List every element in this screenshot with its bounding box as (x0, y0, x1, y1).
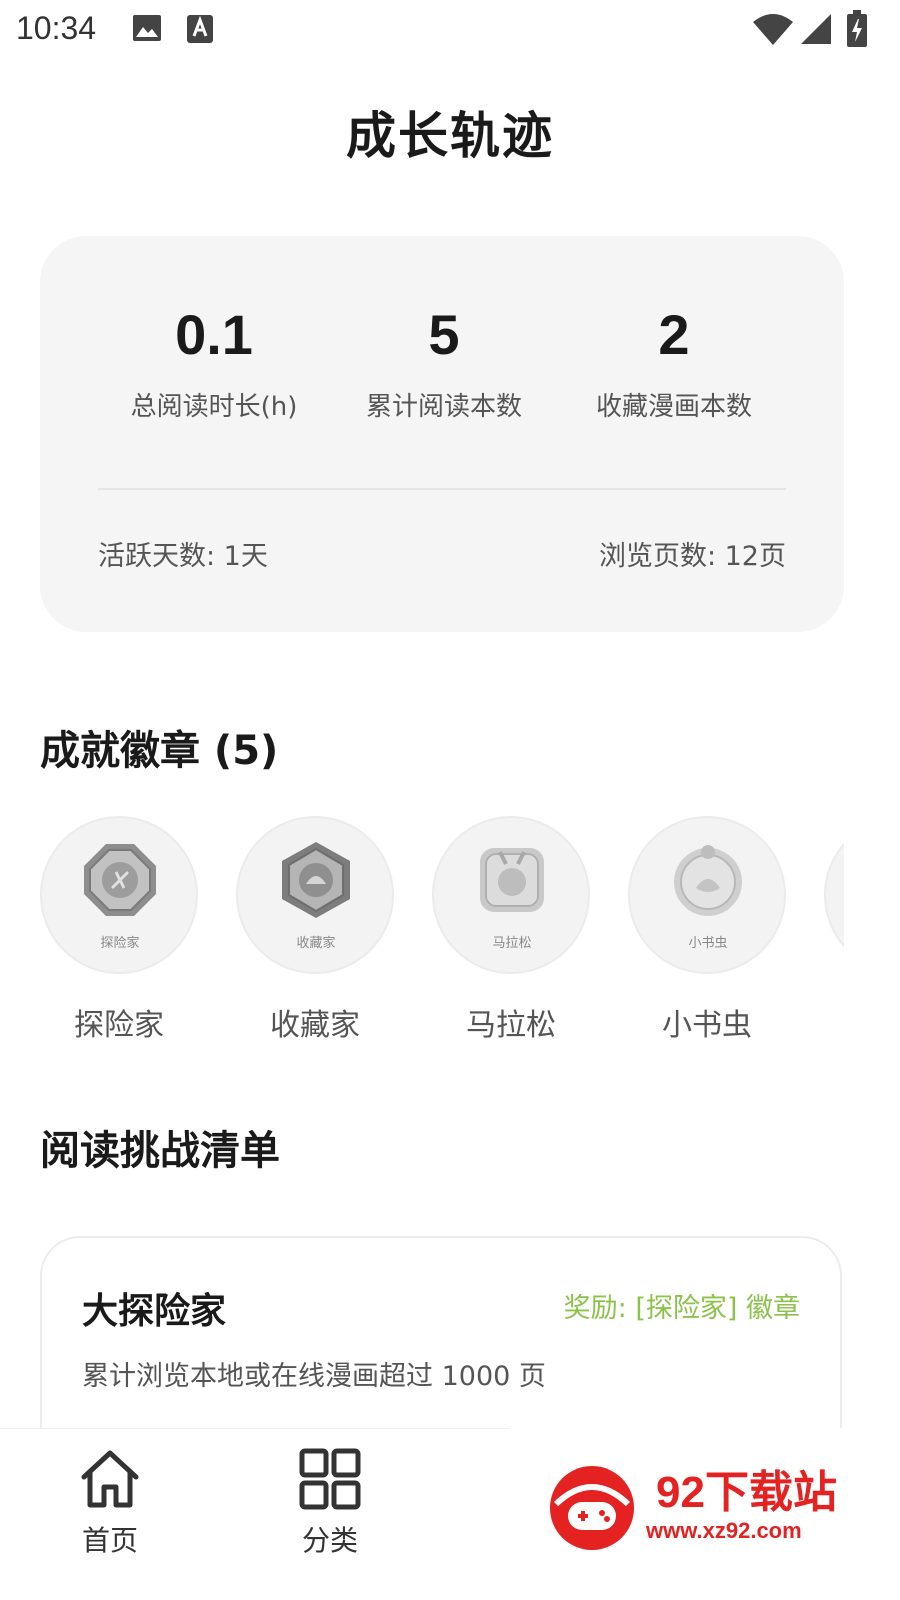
status-bar: 10:34 (0, 0, 900, 62)
pages-viewed: 浏览页数: 12页 (598, 541, 786, 572)
badge-bookworm[interactable]: 小书虫 小书虫 (628, 816, 788, 1044)
badges-title: 成就徽章 (5) (40, 728, 279, 774)
page-title: 成长轨迹 (346, 107, 554, 165)
stat-label: 累计阅读本数 (365, 392, 522, 422)
badge-name: 小书虫 (662, 1008, 752, 1043)
active-days: 活跃天数: 1天 (98, 541, 268, 572)
badge-name: 探险家 (74, 1008, 164, 1043)
home-icon (81, 1450, 139, 1508)
badge-marathon[interactable]: 马拉松 马拉松 (432, 816, 592, 1044)
image-icon (133, 15, 161, 41)
stat-label: 收藏漫画本数 (595, 392, 752, 422)
badge-circle: 探险家 (40, 816, 198, 974)
watermark: 92下载站 www.xz92.com (510, 1428, 900, 1600)
marathon-medal-icon (480, 848, 544, 912)
text-a-icon (187, 15, 213, 43)
nav-home-label: 首页 (81, 1524, 138, 1557)
badge-circle: 收藏家 (236, 816, 394, 974)
stat-comics-favorited: 2 收藏漫画本数 (554, 300, 794, 423)
badge-circle: 小书虫 (628, 816, 786, 974)
badge-caption: 马拉松 (492, 936, 532, 951)
badge-next[interactable] (824, 816, 844, 974)
status-time: 10:34 (16, 10, 97, 46)
challenges-title: 阅读挑战清单 (40, 1128, 280, 1174)
badge-collector[interactable]: 收藏家 收藏家 (236, 816, 396, 1044)
badge-circle: 马拉松 (432, 816, 590, 974)
explorer-medal-icon (84, 844, 156, 916)
challenge-title: 大探险家 (82, 1291, 227, 1332)
badge-caption: 小书虫 (688, 936, 728, 951)
collector-medal-icon (282, 842, 350, 918)
stat-books-read: 5 累计阅读本数 (324, 300, 564, 423)
nav-category[interactable]: 分类 (270, 1447, 390, 1559)
badge-name: 收藏家 (270, 1008, 360, 1043)
watermark-url: www.xz92.com (646, 1518, 802, 1543)
stat-value: 0.1 (175, 303, 253, 366)
watermark-title: 92下载站 (656, 1468, 837, 1517)
challenge-reward: 奖励: [探险家] 徽章 (563, 1293, 800, 1324)
badge-explorer[interactable]: 探险家 探险家 (40, 816, 200, 1044)
grid-icon (299, 1448, 361, 1510)
badge-circle (824, 816, 844, 974)
badge-caption: 收藏家 (296, 936, 336, 951)
signal-icon (801, 14, 831, 44)
badge-caption: 探险家 (100, 936, 140, 951)
stats-divider (98, 488, 786, 490)
watermark-logo (550, 1466, 634, 1550)
stat-label: 总阅读时长(h) (130, 392, 298, 422)
battery-charging-icon (847, 10, 867, 47)
stat-total-reading-hours: 0.1 总阅读时长(h) (94, 300, 334, 423)
stat-value: 5 (428, 303, 460, 366)
bookworm-medal-icon (674, 845, 742, 916)
nav-home[interactable]: 首页 (50, 1447, 170, 1559)
wifi-icon (753, 14, 793, 45)
stats-card: 0.1 总阅读时长(h) 5 累计阅读本数 2 收藏漫画本数 活跃天数: 1天 … (40, 236, 844, 632)
badge-name: 马拉松 (466, 1008, 556, 1043)
nav-category-label: 分类 (301, 1524, 358, 1557)
stat-value: 2 (658, 303, 690, 366)
challenge-description: 累计浏览本地或在线漫画超过 1000 页 (82, 1361, 546, 1392)
badges-row[interactable]: 探险家 探险家 收藏家 收藏家 马拉松 马拉松 小书虫 小书虫 (0, 816, 844, 1056)
